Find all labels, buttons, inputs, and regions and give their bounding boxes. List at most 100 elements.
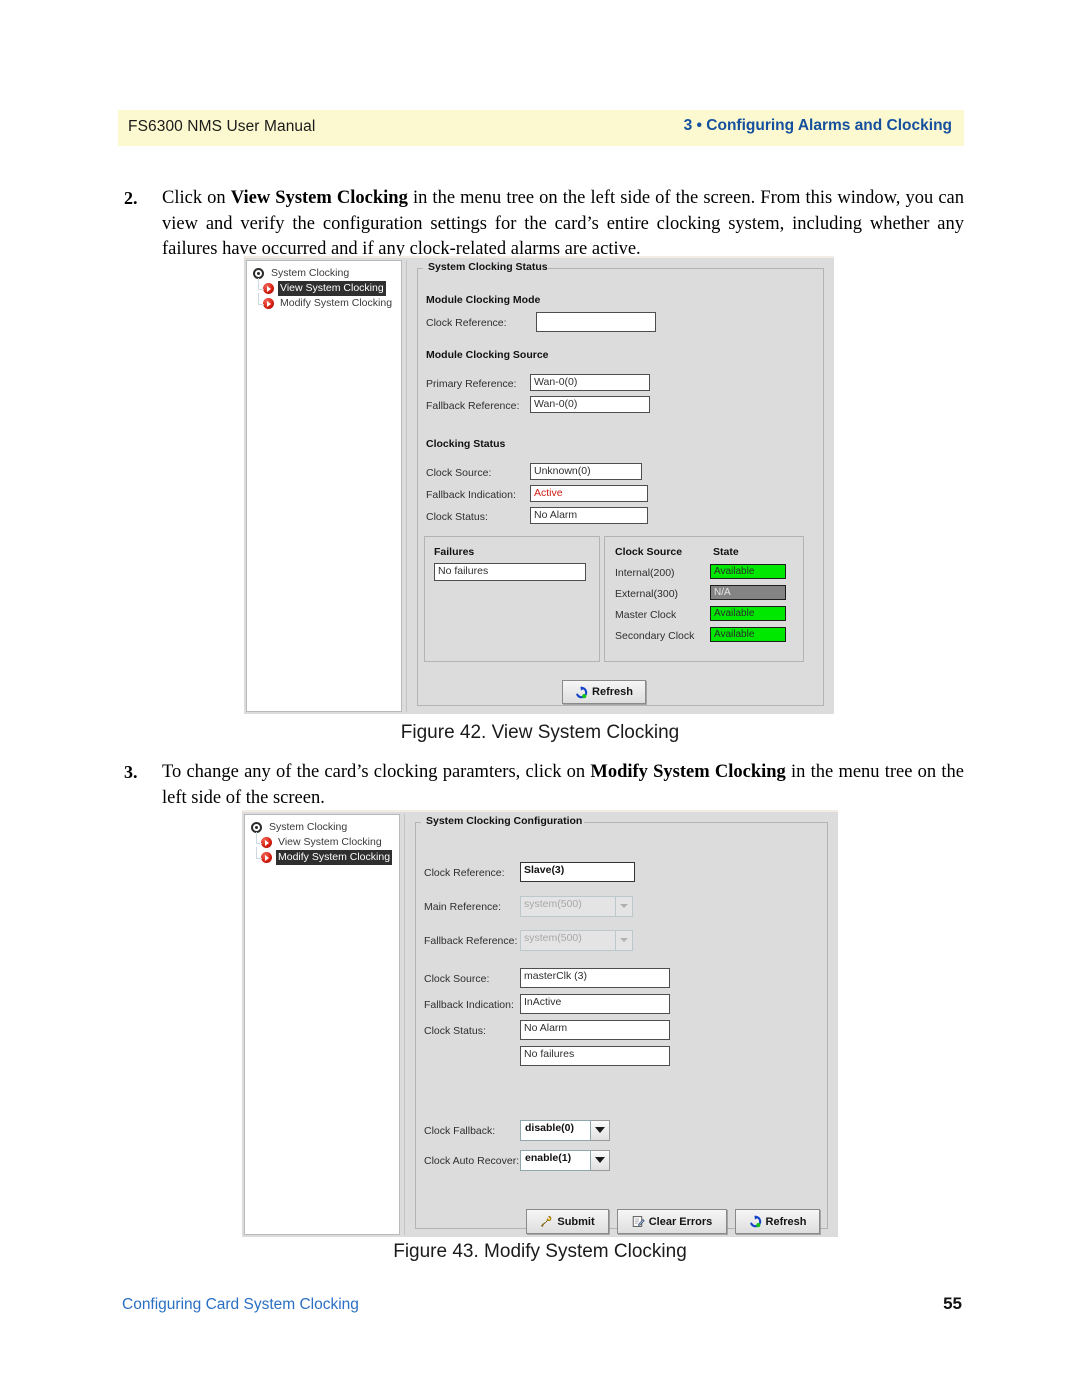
submit-button[interactable]: Submit (526, 1209, 609, 1234)
sidebar-item-view-system-clocking-42[interactable]: View System Clocking (263, 281, 401, 296)
group-title-status: System Clocking Status (424, 261, 552, 273)
submit-icon (541, 1215, 552, 1227)
refresh-button-43[interactable]: Refresh (735, 1209, 820, 1234)
refresh-icon (749, 1215, 761, 1228)
label-fallback-indication-42: Fallback Indication: (426, 489, 516, 501)
manual-title: FS6300 NMS User Manual (128, 118, 316, 135)
content-pane-43: System Clocking Configuration Clock Refe… (404, 814, 836, 1235)
play-circle-icon (261, 852, 272, 863)
tree-child-label-view-42: View System Clocking (278, 281, 386, 296)
row-state-master: Available (710, 606, 786, 621)
main-reference-value: system(500) (520, 896, 616, 917)
refresh-icon (576, 685, 588, 698)
field-fallback-indication-42: Active (530, 485, 648, 502)
section-clocking-status: Clocking Status (426, 438, 506, 450)
chevron-down-icon[interactable] (591, 1150, 610, 1171)
step-3-text-a: To change any of the card’s clocking par… (162, 762, 591, 782)
menu-tree-pane-43[interactable]: System Clocking View System Clocking Mod… (244, 814, 400, 1235)
clear-errors-button-label: Clear Errors (648, 1215, 713, 1228)
system-clocking-configuration-group: System Clocking Configuration Clock Refe… (415, 815, 828, 1234)
section-module-clocking-mode: Module Clocking Mode (426, 294, 541, 306)
page-header-band: FS6300 NMS User Manual 3 • Configuring A… (118, 110, 964, 146)
step-2-bold: View System Clocking (230, 188, 408, 208)
step-2-number: 2. (124, 188, 138, 208)
content-pane-42: System Clocking Status Module Clocking M… (406, 260, 832, 712)
step-2-paragraph: 2. Click on View System Clocking in the … (124, 186, 964, 263)
field-failures-42: No failures (434, 563, 586, 581)
tree-root-system-clocking-42[interactable]: System Clocking (253, 266, 401, 281)
step-3-number: 3. (124, 762, 138, 782)
label-fallback-indication-43: Fallback Indication: (424, 999, 514, 1011)
field-fallback-reference-42: Wan-0(0) (530, 396, 650, 413)
label-clock-reference-42: Clock Reference: (426, 317, 507, 329)
play-circle-icon (263, 283, 274, 294)
refresh-button-label-43: Refresh (765, 1215, 807, 1228)
group-rule (548, 268, 823, 269)
tree-root-label-42: System Clocking (271, 267, 350, 279)
figure-43-caption: Figure 43. Modify System Clocking (393, 1241, 687, 1262)
tree-child-label-modify-43: Modify System Clocking (276, 850, 393, 865)
submit-button-label: Submit (557, 1215, 595, 1228)
label-clock-fallback: Clock Fallback: (424, 1125, 496, 1137)
tree-root-system-clocking-43[interactable]: System Clocking (251, 820, 399, 835)
failures-title: Failures (434, 546, 475, 558)
clock-source-state-panel: Clock Source State Internal(200) Availab… (604, 536, 804, 662)
row-state-external: N/A (710, 585, 786, 600)
row-state-internal: Available (710, 564, 786, 579)
step-3-paragraph: 3. To change any of the card’s clocking … (124, 760, 964, 811)
label-primary-reference: Primary Reference: (426, 378, 517, 390)
tree-child-label-modify-42: Modify System Clocking (280, 297, 393, 309)
figure-42-caption: Figure 42. View System Clocking (400, 722, 680, 743)
footer-section-label: Configuring Card System Clocking (122, 1296, 359, 1313)
play-circle-icon (261, 837, 272, 848)
clock-fallback-value: disable(0) (520, 1120, 591, 1141)
row-source-master: Master Clock (615, 609, 677, 621)
refresh-button-label-42: Refresh (592, 686, 633, 698)
refresh-button-42[interactable]: Refresh (562, 680, 646, 704)
field-clock-status-42: No Alarm (530, 507, 648, 524)
row-source-secondary: Secondary Clock (615, 630, 695, 642)
field-primary-reference: Wan-0(0) (530, 374, 650, 391)
label-clock-status-43: Clock Status: (424, 1025, 486, 1037)
field-clock-status-43: No Alarm (520, 1020, 670, 1040)
label-clock-reference-43: Clock Reference: (424, 867, 505, 879)
step-2-text-a: Click on (162, 188, 231, 208)
edit-document-icon (632, 1216, 645, 1227)
fallback-reference-dropdown: system(500) (520, 930, 633, 951)
field-failures-43: No failures (520, 1046, 670, 1066)
field-clock-source-43: masterClk (3) (520, 968, 670, 988)
chevron-down-icon (616, 930, 633, 951)
label-clock-source-42: Clock Source: (426, 467, 492, 479)
menu-tree-pane-42[interactable]: System Clocking View System Clocking Mod… (246, 260, 402, 712)
column-header-state: State (713, 546, 739, 558)
field-clock-reference-42 (536, 312, 656, 332)
label-fallback-reference-42: Fallback Reference: (426, 400, 520, 412)
clear-errors-button[interactable]: Clear Errors (617, 1209, 727, 1234)
label-clock-status-42: Clock Status: (426, 511, 488, 523)
group-rule (584, 822, 827, 823)
tree-child-label-view-43: View System Clocking (278, 836, 382, 848)
system-clocking-status-group: System Clocking Status Module Clocking M… (417, 261, 824, 706)
play-circle-icon (263, 298, 274, 309)
clock-fallback-dropdown[interactable]: disable(0) (520, 1120, 610, 1141)
field-clock-source-42: Unknown(0) (530, 463, 642, 480)
chevron-down-icon (616, 896, 633, 917)
field-clock-reference-43[interactable]: Slave(3) (520, 862, 635, 882)
clock-auto-recover-dropdown[interactable]: enable(1) (520, 1150, 610, 1171)
group-title-configuration: System Clocking Configuration (422, 815, 587, 827)
row-source-internal: Internal(200) (615, 567, 675, 579)
chevron-down-icon[interactable] (591, 1120, 610, 1141)
clock-auto-recover-value: enable(1) (520, 1150, 591, 1171)
fallback-reference-value: system(500) (520, 930, 616, 951)
sidebar-item-modify-system-clocking-42[interactable]: Modify System Clocking (263, 296, 401, 311)
step-2-text: Click on View System Clocking in the men… (162, 186, 964, 263)
step-3-bold: Modify System Clocking (590, 762, 786, 782)
sidebar-item-modify-system-clocking-43[interactable]: Modify System Clocking (261, 850, 399, 865)
step-3-text: To change any of the card’s clocking par… (162, 760, 964, 811)
label-fallback-reference-43: Fallback Reference: (424, 935, 518, 947)
sidebar-item-view-system-clocking-43[interactable]: View System Clocking (261, 835, 399, 850)
label-clock-source-43: Clock Source: (424, 973, 490, 985)
tree-root-label-43: System Clocking (269, 821, 348, 833)
section-module-clocking-source: Module Clocking Source (426, 349, 549, 361)
field-fallback-indication-43: InActive (520, 994, 670, 1014)
